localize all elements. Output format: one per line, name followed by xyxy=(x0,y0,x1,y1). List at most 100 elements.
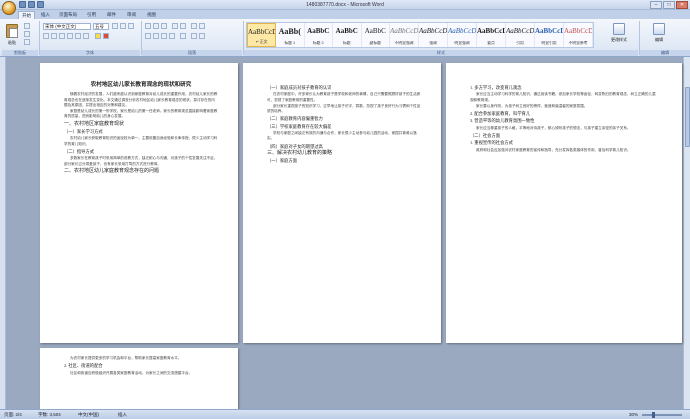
line-spacing-icon[interactable] xyxy=(180,33,186,39)
align-left-icon[interactable] xyxy=(145,33,151,39)
style-tile[interactable]: AaBbC 标题 2 xyxy=(305,23,333,47)
tab-review[interactable]: 审阅 xyxy=(124,11,139,19)
tab-page-layout[interactable]: 页面布局 xyxy=(56,11,80,19)
style-tile[interactable]: AaBbCcDd 明显强调 xyxy=(448,23,477,47)
maximize-button[interactable]: □ xyxy=(663,1,675,9)
subsection-heading: （一）家庭成员对孩子教育的认识 xyxy=(267,85,332,90)
edit-label: 编辑 xyxy=(655,37,663,42)
window-controls: – □ ✕ xyxy=(650,1,688,9)
justify-icon[interactable] xyxy=(169,33,175,39)
paragraph: 政府和社会应加强对农村家庭教育的宣传和指导，充分发挥各类媒体的作用，普及科学育儿… xyxy=(476,147,631,152)
style-tile[interactable]: AaBbC 副标题 xyxy=(362,23,390,47)
document-page-1[interactable]: 农村地区幼儿家长教育观念的现状和研究 随着农村经济的发展，人们越来越认识到家庭教… xyxy=(40,63,238,343)
style-name: 副标题 xyxy=(369,41,381,45)
paste-button[interactable]: 粘贴 xyxy=(4,22,20,46)
paragraph: 部分家长重视孩子的知识学习，过早地让孩子识字、算数，忽视了孩子良好行为习惯和个性… xyxy=(267,103,421,114)
zoom-slider-thumb[interactable] xyxy=(652,412,656,418)
change-styles-button[interactable]: 更改样式 xyxy=(608,22,630,48)
bullets-icon[interactable] xyxy=(145,23,151,29)
numbering-icon[interactable] xyxy=(153,23,159,29)
align-right-icon[interactable] xyxy=(161,33,167,39)
paragraph: 家庭是幼儿成长的第一所学校，家长是幼儿的第一任老师。家长的教育观念直接影响着家庭… xyxy=(64,109,218,119)
font-name-input[interactable]: 宋体 (中文正文) xyxy=(43,23,91,30)
style-tile[interactable]: AaBbCcDd 不明显参考 xyxy=(564,23,593,47)
style-name: 不明显强调 xyxy=(394,41,414,45)
style-sample: AaBbCcDd xyxy=(390,27,418,35)
font-size-input[interactable]: 五号 xyxy=(93,23,109,30)
close-button[interactable]: ✕ xyxy=(676,1,688,9)
shrink-font-icon[interactable] xyxy=(120,23,126,29)
sort-icon[interactable] xyxy=(191,23,197,29)
increase-indent-icon[interactable] xyxy=(180,23,186,29)
style-tile[interactable]: AaBbC 标题 xyxy=(333,23,362,47)
font-color-icon[interactable] xyxy=(103,33,109,39)
style-tile[interactable]: AaBbCcDd ↵ 正文 xyxy=(247,23,276,47)
window-title: 1480387770.docx - Microsoft Word xyxy=(306,2,384,8)
paragraph: 家长应当尊重孩子的人格，平等地对待孩子，耐心倾听孩子的想法，与孩子建立亲密的亲子… xyxy=(476,125,631,130)
subsection-heading: （二）社会方面 xyxy=(470,133,501,139)
cut-icon[interactable] xyxy=(24,23,30,29)
group-font-label: 字体 xyxy=(40,50,140,56)
format-painter-icon[interactable] xyxy=(24,39,30,45)
style-tile[interactable]: AaBbCcDd 强调 xyxy=(419,23,448,47)
tab-references[interactable]: 引用 xyxy=(84,11,99,19)
ribbon-tabs: 开始 插入 页面布局 引用 邮件 审阅 视图 xyxy=(0,10,690,19)
binoculars-icon xyxy=(653,23,665,35)
style-name: 标题 1 xyxy=(284,41,296,45)
style-tile[interactable]: AaBb( 标题 1 xyxy=(276,23,305,47)
copy-icon[interactable] xyxy=(24,31,30,37)
style-name: 强调 xyxy=(429,41,437,45)
superscript-icon[interactable] xyxy=(83,33,89,39)
style-sample: AaBbCcDd xyxy=(477,27,505,35)
group-editing-label: 编辑 xyxy=(640,50,690,56)
change-styles-label: 更改样式 xyxy=(611,37,627,42)
zoom-slider[interactable] xyxy=(642,412,682,418)
style-sample: AaBbCcDd xyxy=(564,27,592,35)
borders-icon[interactable] xyxy=(199,33,205,39)
show-marks-icon[interactable] xyxy=(199,23,205,29)
tab-insert[interactable]: 插入 xyxy=(38,11,53,19)
style-tile[interactable]: AaBbCcDd 不明显强调 xyxy=(390,23,419,47)
insert-mode[interactable]: 插入 xyxy=(118,410,127,419)
subsection-heading: （四）家庭对子女的期望过高 xyxy=(267,143,323,149)
edit-button[interactable]: 编辑 xyxy=(648,22,670,48)
paragraph: 农村幼儿家长获取教育知识的途径较为单一，主要依靠自身经验和长辈传授，很少主动学习… xyxy=(64,136,218,146)
page-indicator[interactable]: 页面: 2/4 xyxy=(4,410,22,419)
tab-home[interactable]: 开始 xyxy=(18,11,35,19)
office-button[interactable] xyxy=(2,1,16,15)
style-tile[interactable]: AaBbCcDd 引用 xyxy=(506,23,535,47)
shading-icon[interactable] xyxy=(191,33,197,39)
align-center-icon[interactable] xyxy=(153,33,159,39)
language-indicator[interactable]: 中文(中国) xyxy=(78,410,99,419)
section-heading: 一、农村地区家庭教育现状 xyxy=(64,121,125,127)
strikethrough-icon[interactable] xyxy=(67,33,73,39)
document-page-2[interactable]: （一）家庭成员对孩子教育的认识 在农村家庭中，许多家长认为教育孩子是学校和老师的… xyxy=(243,63,441,343)
clear-format-icon[interactable] xyxy=(128,23,134,29)
subsection-heading: 1. 重视宣传的社会方式 xyxy=(470,140,513,146)
paste-sheet-icon xyxy=(9,28,18,38)
group-styles-label: 样式 xyxy=(244,50,638,56)
subscript-icon[interactable] xyxy=(75,33,81,39)
italic-icon[interactable] xyxy=(51,33,57,39)
style-tile[interactable]: AaBbCcDd 要点 xyxy=(477,23,506,47)
multilevel-list-icon[interactable] xyxy=(161,23,167,29)
tab-view[interactable]: 视图 xyxy=(144,11,159,19)
document-page-3[interactable]: 1. 多方学习，改变育儿观念 家长应当主动学习科学的育儿知识，通过阅读书籍、参加… xyxy=(446,63,682,343)
scrollbar-thumb[interactable] xyxy=(685,87,690,147)
style-tile[interactable]: AaBbCcDd 明显引用 xyxy=(535,23,564,47)
document-page-4[interactable]: 为农村家长提供更多的学习机会和平台，帮助家长提高家庭教育水平。 2. 社区、街道… xyxy=(40,348,238,409)
underline-icon[interactable] xyxy=(59,33,65,39)
style-sample: AaBbC xyxy=(364,27,386,35)
decrease-indent-icon[interactable] xyxy=(172,23,178,29)
zoom-level[interactable]: 30% xyxy=(629,410,638,419)
style-name: ↵ 正文 xyxy=(255,40,268,44)
tab-mailings[interactable]: 邮件 xyxy=(104,11,119,19)
vertical-scrollbar[interactable] xyxy=(683,57,690,409)
style-sample: AaBb( xyxy=(278,27,301,36)
bold-icon[interactable] xyxy=(43,33,49,39)
highlight-icon[interactable] xyxy=(95,33,101,39)
word-count[interactable]: 字数: 3,504 xyxy=(38,410,61,419)
minimize-button[interactable]: – xyxy=(650,1,662,9)
grow-font-icon[interactable] xyxy=(112,23,118,29)
section-heading: 二、农村地区幼儿家庭教育观念存在的问题 xyxy=(64,168,160,174)
